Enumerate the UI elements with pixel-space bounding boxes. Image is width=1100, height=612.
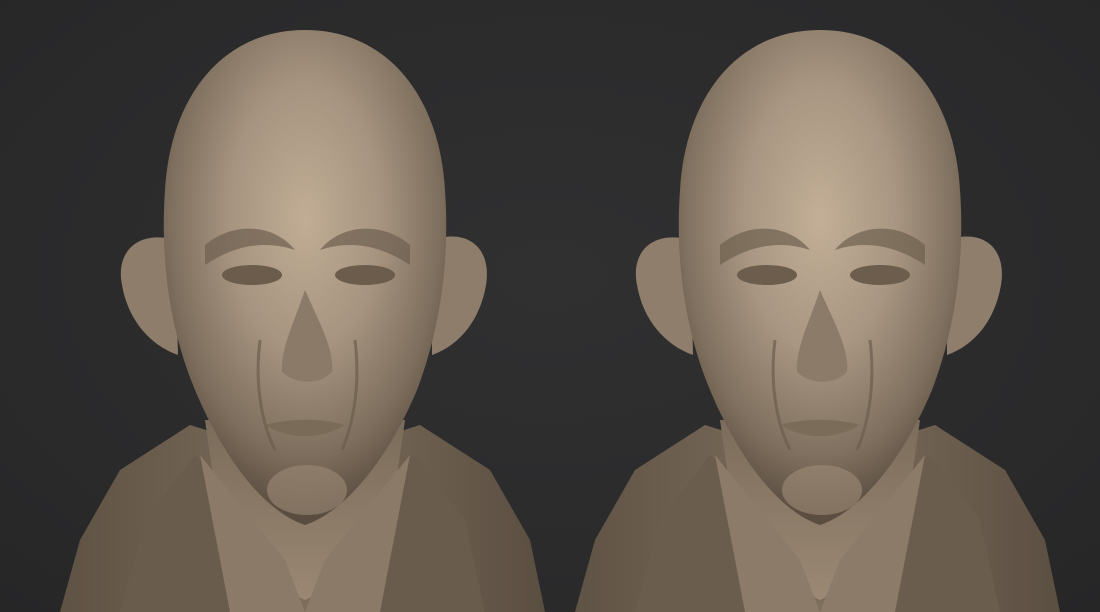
bust-render-right — [540, 0, 1080, 612]
sculpt-viewport — [0, 0, 1100, 612]
chin-left — [267, 465, 347, 515]
bust-right-svg — [575, 30, 1060, 612]
eye-right-right — [850, 265, 910, 285]
eye-right-left — [335, 265, 395, 285]
bust-left-svg — [60, 30, 545, 612]
eye-left — [222, 265, 282, 285]
chin-right — [782, 465, 862, 515]
eye-left-right — [737, 265, 797, 285]
bust-render-left — [20, 0, 560, 612]
